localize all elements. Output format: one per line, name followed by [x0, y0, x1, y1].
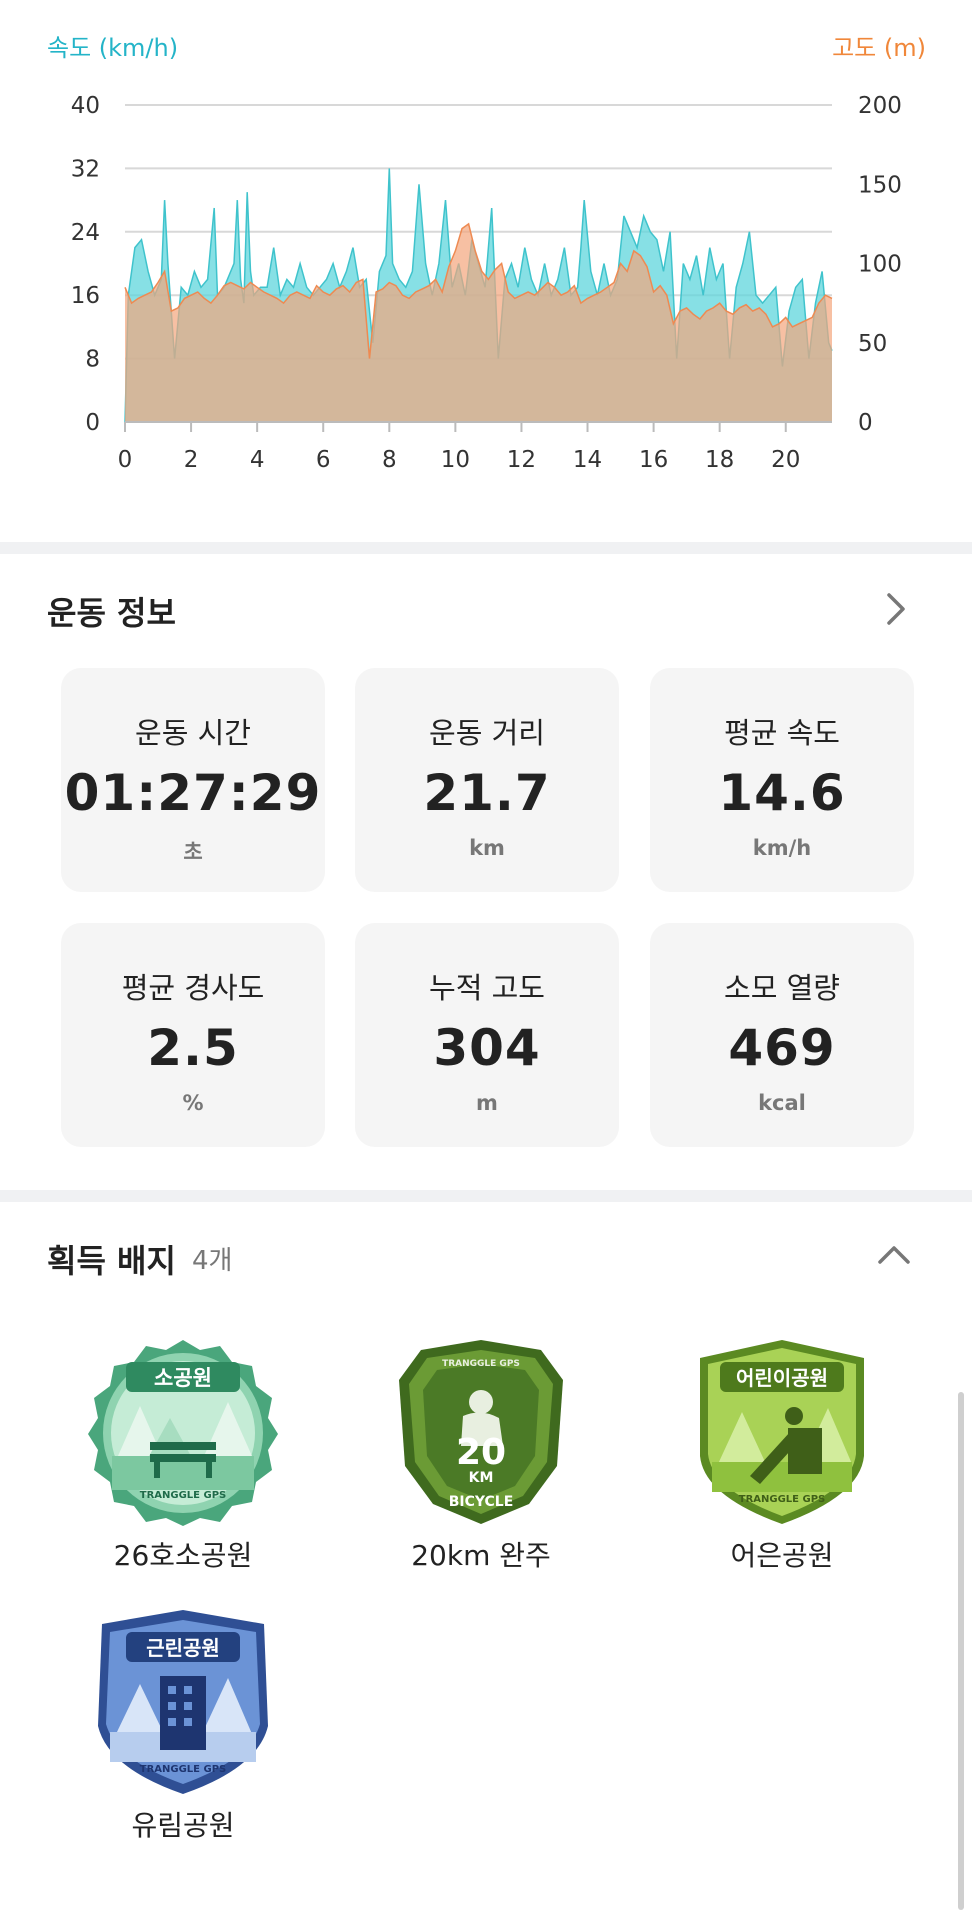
stat-unit: m [476, 1091, 498, 1115]
badge-brand-text: TRANGGLE GPS [140, 1490, 226, 1501]
stat-card-distance: 운동 거리 21.7 km [355, 668, 619, 892]
badge-brand-text: TRANGGLE GPS [442, 1359, 520, 1369]
stat-value: 304 [433, 1019, 541, 1077]
y-left-tick-label: 16 [71, 283, 100, 309]
stat-label: 소모 열량 [724, 971, 840, 1005]
y-left-tick-label: 8 [85, 347, 100, 373]
x-tick-label: 8 [382, 447, 397, 473]
badge-emblem-text: 20 [456, 1432, 506, 1473]
stat-card-duration: 운동 시간 01:27:29 초 [61, 668, 325, 892]
stat-label: 평균 속도 [724, 716, 840, 750]
stat-unit: km/h [752, 836, 812, 860]
badge-emblem-sub: KM [469, 1470, 494, 1486]
stat-value: 14.6 [718, 764, 846, 822]
x-tick-label: 18 [705, 447, 734, 473]
stat-value: 2.5 [147, 1019, 239, 1077]
x-tick-label: 6 [316, 447, 331, 473]
y-left-tick-label: 0 [85, 410, 100, 436]
badge-label: 26호소공원 [113, 1539, 253, 1572]
stat-label: 운동 거리 [429, 716, 545, 750]
x-tick-label: 14 [573, 447, 602, 473]
playground-badge-icon: 어린이공원 TRANGGLE GPS [700, 1340, 864, 1524]
stat-label: 운동 시간 [135, 716, 251, 750]
x-tick-label: 0 [118, 447, 133, 473]
x-tick-label: 20 [771, 447, 800, 473]
chevron-up-icon[interactable] [876, 1240, 912, 1270]
stat-unit: 초 [183, 840, 203, 864]
badge-emblem-text: 근린공원 [146, 1636, 220, 1660]
x-tick-label: 10 [441, 447, 470, 473]
y-right-tick-label: 150 [858, 172, 902, 198]
park-badge-icon: 소공원 TRANGGLE GPS [88, 1340, 278, 1526]
badge-item[interactable]: TRANGGLE GPS 20 KM BICYCLE 20km 완주 [381, 1336, 581, 1574]
chevron-right-icon[interactable] [884, 592, 908, 626]
y-right-tick-label: 200 [858, 93, 902, 119]
y-right-tick-label: 0 [858, 410, 873, 436]
badge-brand-text: TRANGGLE GPS [739, 1494, 825, 1505]
stat-card-avg-speed: 평균 속도 14.6 km/h [650, 668, 914, 892]
y-left-tick-label: 40 [71, 93, 100, 119]
stat-unit: % [182, 1091, 204, 1115]
stat-card-elevation-gain: 누적 고도 304 m [355, 923, 619, 1147]
stat-label: 평균 경사도 [121, 971, 265, 1005]
speed-elevation-chart: 속도 (km/h) 고도 (m) 0 8 16 24 32 40 0 50 100 150 200 0… [0, 0, 972, 540]
badge-item[interactable]: 소공원 TRANGGLE GPS 26호소공원 [83, 1336, 283, 1574]
x-tick-label: 2 [184, 447, 199, 473]
stat-label: 누적 고도 [429, 971, 545, 1005]
badges-count: 4개 [192, 1246, 233, 1276]
y-left-tick-label: 24 [71, 220, 100, 246]
stat-card-calories: 소모 열량 469 kcal [650, 923, 914, 1147]
cycling-badge-icon: TRANGGLE GPS 20 KM BICYCLE [399, 1340, 563, 1524]
stat-card-avg-grade: 평균 경사도 2.5 % [61, 923, 325, 1147]
badge-label: 20km 완주 [411, 1539, 551, 1572]
y-left-tick-label: 32 [71, 156, 100, 182]
x-tick-label: 12 [507, 447, 536, 473]
x-tick-label: 16 [639, 447, 668, 473]
section-divider [0, 542, 972, 554]
exercise-info-title: 운동 정보 [47, 594, 176, 632]
stat-unit: kcal [758, 1091, 806, 1115]
stat-unit: km [469, 836, 505, 860]
y-right-tick-label: 50 [858, 331, 887, 357]
badge-item[interactable]: 근린공원 TRANGGLE GPS 유림공원 [83, 1606, 283, 1844]
stat-value: 01:27:29 [64, 764, 322, 822]
badge-brand-text: TRANGGLE GPS [140, 1764, 226, 1775]
badge-item[interactable]: 어린이공원 TRANGGLE GPS 어은공원 [682, 1336, 882, 1574]
badge-label: 어은공원 [730, 1539, 834, 1572]
scrollbar[interactable] [958, 1392, 964, 1910]
neighborhood-park-badge-icon: 근린공원 TRANGGLE GPS [98, 1610, 268, 1794]
stat-value: 469 [728, 1019, 836, 1077]
badge-label: 유림공원 [131, 1809, 235, 1842]
badge-emblem-text: 소공원 [154, 1366, 212, 1390]
y-right-tick-label: 100 [858, 252, 902, 278]
stat-value: 21.7 [423, 764, 551, 822]
x-tick-label: 4 [250, 447, 265, 473]
chart-plot: 08162432400501001502000 2 4 6 8 10 12 14 16 18 20 [71, 93, 902, 473]
elevation-area [125, 223, 832, 422]
badge-ribbon-text: BICYCLE [449, 1494, 514, 1510]
section-divider [0, 1190, 972, 1202]
badges-title: 획득 배지 [47, 1242, 176, 1280]
badge-emblem-text: 어린이공원 [736, 1366, 828, 1390]
